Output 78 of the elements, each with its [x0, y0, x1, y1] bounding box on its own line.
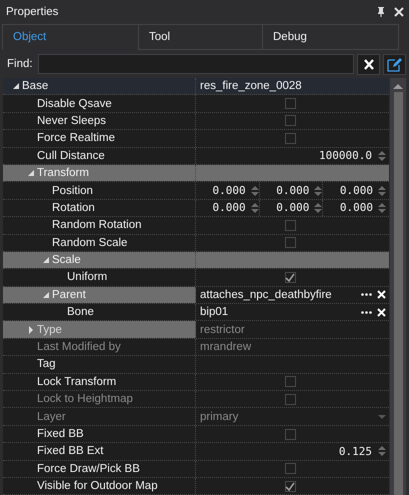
number-value[interactable]: 0.000 — [200, 184, 246, 198]
number-value[interactable]: 0.000 — [327, 184, 374, 198]
spinner-icon — [250, 202, 259, 213]
property-value: mrandrew — [200, 341, 252, 354]
clear-icon — [364, 58, 374, 70]
find-field[interactable] — [38, 54, 354, 74]
property-name: Position — [52, 184, 93, 197]
expander-icon[interactable] — [12, 83, 18, 90]
property-value: bip01 — [200, 306, 230, 318]
property-value: restrictor — [200, 324, 246, 336]
edit-button[interactable] — [383, 54, 406, 74]
property-name: Bone — [67, 306, 94, 318]
property-name: Transform — [37, 167, 89, 180]
tab[interactable]: Object — [2, 24, 139, 50]
property-name: Lock to Heightmap — [37, 393, 133, 406]
property-name: Last Modified by — [37, 341, 121, 354]
scrollbar-thumb[interactable] — [394, 92, 402, 495]
tab[interactable]: Tool — [138, 24, 263, 50]
scroll-up-icon[interactable] — [393, 84, 403, 89]
checkbox[interactable] — [284, 115, 296, 126]
spinner-icon — [378, 446, 386, 456]
number-value[interactable]: 0.000 — [200, 201, 246, 214]
property-name: Uniform — [67, 271, 108, 284]
checkbox[interactable] — [284, 272, 296, 283]
property-name: Type — [37, 324, 62, 336]
checkbox[interactable] — [284, 98, 296, 110]
property-name: Rotation — [52, 202, 95, 214]
spinner-icon — [378, 186, 386, 196]
spinner-icon — [314, 202, 322, 213]
property-name: Fixed BB — [37, 428, 84, 440]
checkbox[interactable] — [284, 220, 296, 231]
spinner-icon — [378, 202, 386, 213]
number-value[interactable]: 100000.0 — [200, 149, 372, 162]
property-value: primary — [200, 410, 240, 423]
property-name: Scale — [52, 254, 81, 266]
clear-icon[interactable] — [377, 290, 386, 300]
property-name: Base — [22, 80, 48, 92]
property-name: Parent — [52, 288, 86, 301]
spinner-icon — [314, 186, 322, 196]
checkbox[interactable] — [284, 428, 296, 440]
property-name: Random Scale — [52, 236, 128, 249]
property-name: Layer — [37, 410, 66, 423]
property-name: Lock Transform — [37, 376, 116, 388]
checkbox[interactable] — [284, 132, 296, 144]
property-name: Cull Distance — [37, 150, 105, 162]
pin-icon — [376, 6, 386, 18]
tab[interactable]: Debug — [262, 24, 399, 50]
number-value[interactable]: 0.125 — [200, 444, 372, 458]
checkbox[interactable] — [284, 480, 296, 492]
property-value: attaches_npc_deathbyfire — [200, 288, 333, 301]
property-name: Disable Qsave — [37, 98, 112, 110]
checkbox[interactable] — [284, 376, 296, 388]
spinner-icon — [378, 150, 386, 161]
property-name: Never Sleeps — [37, 114, 106, 127]
find-label: Find: — [7, 58, 33, 70]
panel-title: Properties — [6, 6, 60, 18]
spinner-icon — [250, 186, 259, 196]
number-value[interactable]: 0.000 — [264, 184, 310, 198]
checkbox[interactable] — [284, 237, 296, 248]
property-name: Fixed BB Ext — [37, 445, 104, 458]
ellipsis-icon[interactable] — [361, 293, 372, 296]
check-icon — [285, 272, 295, 282]
property-value: res_fire_zone_0028 — [200, 80, 303, 92]
checkbox[interactable] — [284, 463, 296, 474]
edit-icon — [387, 56, 402, 72]
number-value[interactable]: 0.000 — [264, 201, 310, 214]
clear-icon[interactable] — [377, 308, 386, 317]
check-icon — [285, 482, 295, 491]
ellipsis-icon[interactable] — [361, 310, 372, 314]
property-name: Random Rotation — [52, 219, 142, 232]
property-name: Tag — [37, 358, 56, 370]
property-name: Force Draw/Pick BB — [37, 462, 140, 475]
clear-button[interactable] — [357, 54, 380, 74]
number-value[interactable]: 0.000 — [327, 201, 374, 214]
dropdown-caret-icon — [378, 414, 386, 419]
close-icon — [394, 6, 404, 16]
property-name: Force Realtime — [37, 132, 115, 144]
property-name: Visible for Outdoor Map — [37, 480, 158, 492]
